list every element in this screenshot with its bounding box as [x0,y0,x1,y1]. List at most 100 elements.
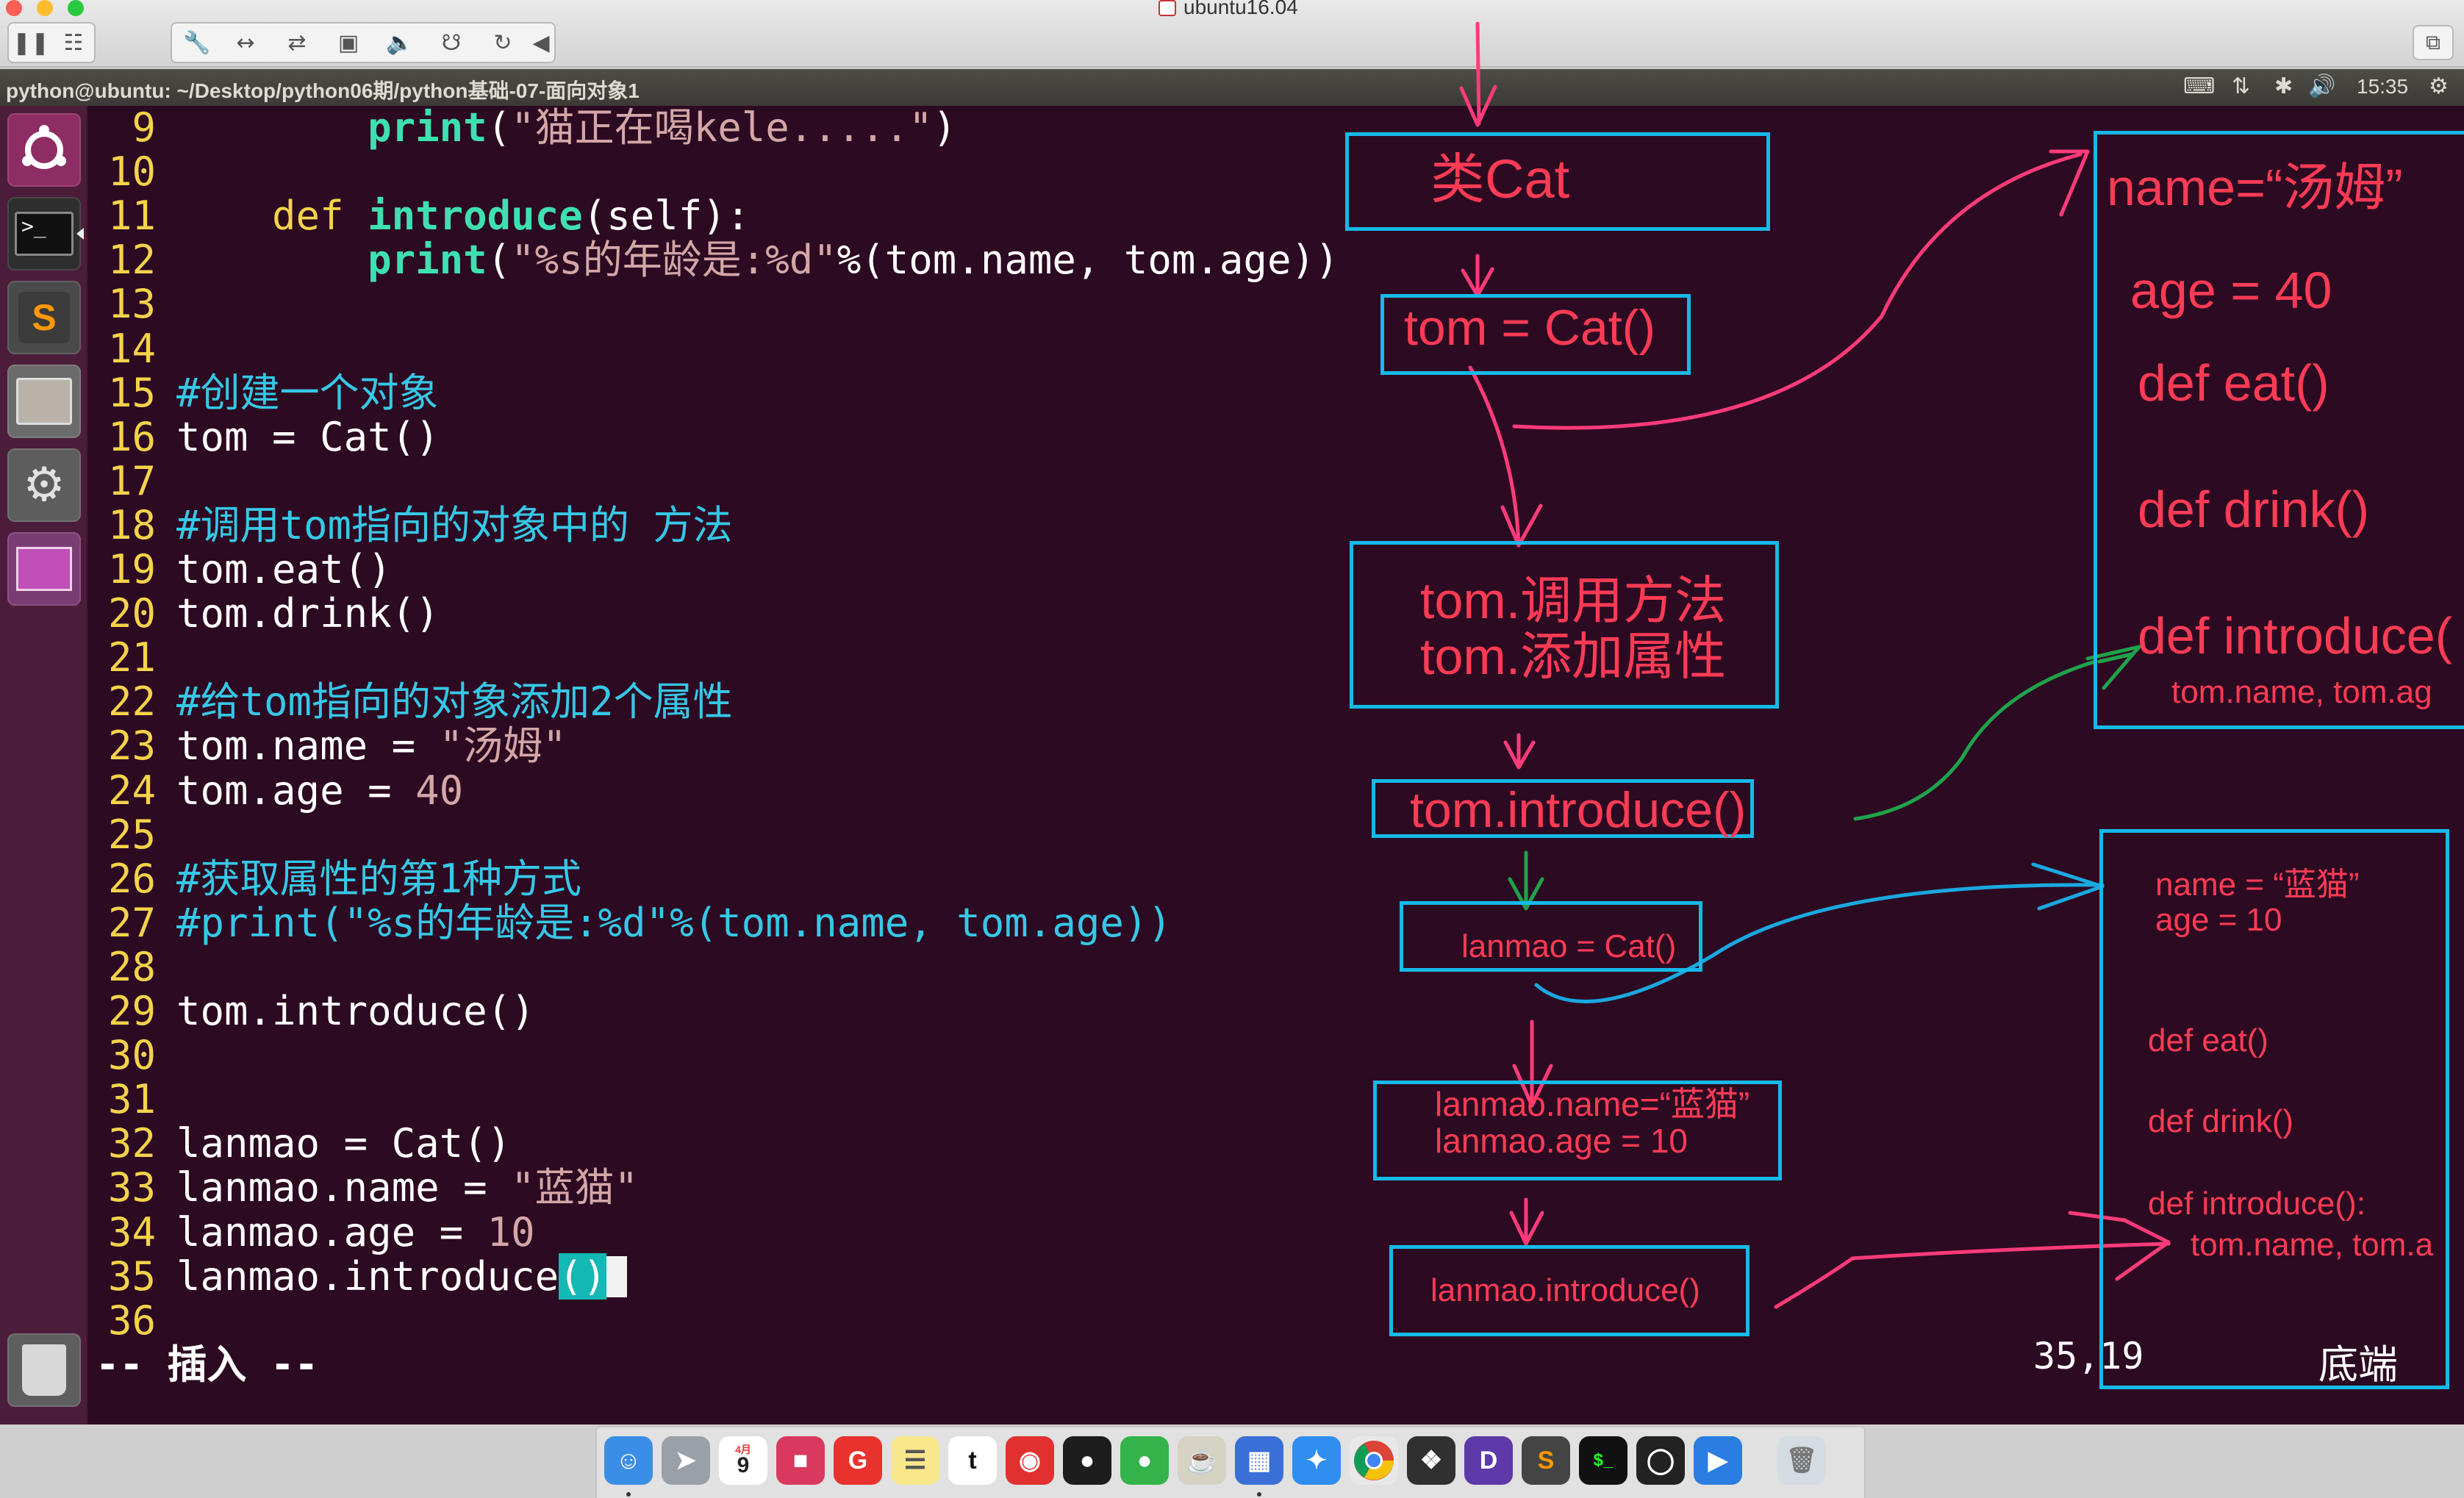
lanmao-attrs-label: lanmao.name=“蓝猫” lanmao.age = 10 [1435,1085,1750,1160]
code-token: def [272,193,344,240]
code-token: tom.drink() [176,590,440,637]
code-line[interactable]: 31 [88,1078,176,1122]
code-line[interactable]: 22 #给tom指向的对象添加2个属性 [88,680,733,724]
code-token: tom.name = [176,723,440,770]
close-window-button[interactable] [6,0,22,16]
finder-icon[interactable]: ☺ [604,1436,653,1485]
panel-clock[interactable]: 15:35 [2357,75,2408,98]
g-app-icon[interactable]: G [834,1436,882,1485]
netease-music-icon[interactable]: ◉ [1006,1436,1054,1485]
code-line[interactable]: 16 tom = Cat() [88,415,440,459]
code-token: "%s的年龄是:%d" [511,237,837,284]
workspaces-icon[interactable] [7,532,81,606]
bluetooth-icon[interactable]: ✱ [2274,74,2293,99]
kettle-icon[interactable]: ☕ [1178,1436,1226,1485]
class-cat-label: 类Cat [1430,148,1570,209]
lanmao-object-drink: def drink() [2148,1103,2294,1139]
line-number: 17 [107,457,156,504]
pause-icon[interactable]: ❚❚ [10,25,51,60]
line-number: 16 [107,413,156,460]
ubuntu-dash-icon[interactable] [7,113,81,187]
code-line[interactable]: 23 tom.name = "汤姆" [88,724,567,768]
code-line[interactable]: 14 [88,326,176,371]
code-line[interactable]: 9 print("猫正在喝kele.....") [88,106,956,150]
wrench-icon[interactable]: 🔧 [176,25,218,60]
code-line[interactable]: 26 #获取属性的第1种方式 [88,856,581,901]
code-line[interactable]: 29 tom.introduce() [88,989,535,1033]
code-token: 40 [415,767,464,814]
code-line[interactable]: 15 #创建一个对象 [88,369,439,416]
sketch-icon[interactable]: ❖ [1407,1436,1455,1485]
volume-icon[interactable]: 🔊 [2308,74,2335,99]
code-line[interactable]: 17 [88,459,176,503]
code-line[interactable]: 27 #print("%s的年龄是:%d"%(tom.name, tom.age)… [88,899,1172,946]
trash-icon[interactable] [7,1333,81,1407]
gear-icon[interactable]: ⚙ [2429,74,2449,99]
lanmao-object-args: tom.name, tom.a [2191,1227,2434,1263]
chevron-left-icon[interactable]: ◀ [528,25,554,60]
obs-icon[interactable]: ◯ [1636,1436,1685,1485]
code-token: #创建一个对象 [176,369,439,416]
line-number: 30 [107,1032,156,1079]
code-line[interactable]: 34 lanmao.age = 10 [88,1210,535,1255]
line-number: 22 [107,678,156,725]
network-icon[interactable]: ↔ [225,25,266,60]
notes-icon[interactable]: ☰ [891,1436,939,1485]
calendar-icon[interactable]: 4月 9 [719,1436,767,1485]
photo-booth-icon[interactable]: ■ [776,1436,825,1485]
code-line[interactable]: 12 print("%s的年龄是:%d"%(tom.name, tom.age)… [88,238,1339,282]
usb-icon[interactable]: ☋ [431,25,472,60]
code-line[interactable]: 25 [88,812,176,857]
code-line[interactable]: 30 [88,1033,176,1078]
terminal-dock-icon[interactable]: $_ [1579,1436,1627,1485]
snapshot-icon[interactable]: ☷ [53,25,94,60]
dock-trash-icon[interactable]: 🗑 [1777,1436,1826,1485]
code-line[interactable]: 13 [88,282,176,326]
code-token: %(tom.name, tom.age)) [837,237,1339,284]
network-transfer-icon[interactable]: ⇅ [2232,74,2250,99]
line-number: 27 [107,899,156,946]
qq-icon[interactable]: ● [1063,1436,1111,1485]
code-line[interactable]: 28 [88,945,176,989]
code-line[interactable]: 20 tom.drink() [88,592,440,636]
code-line[interactable]: 11 def introduce(self): [88,194,750,238]
code-token: lanmao.name = [176,1164,512,1211]
t-app-icon[interactable]: t [948,1436,997,1485]
d-app-icon[interactable]: D [1464,1436,1513,1485]
tom-object-introduce: def introduce( [2138,607,2453,664]
code-line[interactable]: 32 lanmao = Cat() [88,1122,511,1166]
safari-icon[interactable]: ✦ [1292,1436,1341,1485]
sublime-dock-icon[interactable]: S [1522,1436,1570,1485]
vmware-icon[interactable]: ▦ [1235,1436,1283,1485]
system-settings-icon[interactable]: ⚙ [7,448,81,522]
quicktime-icon[interactable]: ▶ [1694,1436,1742,1485]
maximize-window-button[interactable] [68,0,84,16]
refresh-icon[interactable]: ↻ [482,25,523,60]
code-token: lanmao = Cat() [176,1120,512,1167]
code-line[interactable]: 33 lanmao.name = "蓝猫" [88,1166,638,1210]
restore-window-icon[interactable]: ⧉ [2413,25,2454,60]
minimize-window-button[interactable] [37,0,53,16]
chrome-icon[interactable] [1350,1436,1398,1485]
sound-icon[interactable]: 🔈 [379,25,420,60]
keyboard-icon[interactable]: ⌨ [2183,74,2215,99]
terminal-icon[interactable]: >_ [7,197,81,270]
code-line[interactable]: 19 tom.eat() [88,548,392,592]
connection-icon[interactable]: ⇄ [276,25,318,60]
line-number: 20 [107,590,156,637]
files-icon[interactable] [7,365,81,438]
code-line[interactable]: 18 #调用tom指向的对象中的 方法 [88,503,733,548]
code-line[interactable]: 35 lanmao.introduce() [88,1252,628,1300]
code-token: ) [932,106,957,151]
lanmao-introduce-label: lanmao.introduce() [1430,1272,1700,1308]
tom-object-age: age = 40 [2130,262,2332,319]
running-indicator [626,1492,631,1497]
code-line[interactable]: 10 [88,150,176,194]
launchpad-icon[interactable]: ➤ [662,1436,710,1485]
code-line[interactable]: 24 tom.age = 40 [88,767,464,814]
code-line[interactable]: 21 [88,636,176,680]
wechat-icon[interactable]: ● [1120,1436,1169,1485]
disk-icon[interactable]: ▣ [328,25,369,60]
sublime-text-icon[interactable]: S [7,281,81,354]
code-token: ( [487,106,512,151]
